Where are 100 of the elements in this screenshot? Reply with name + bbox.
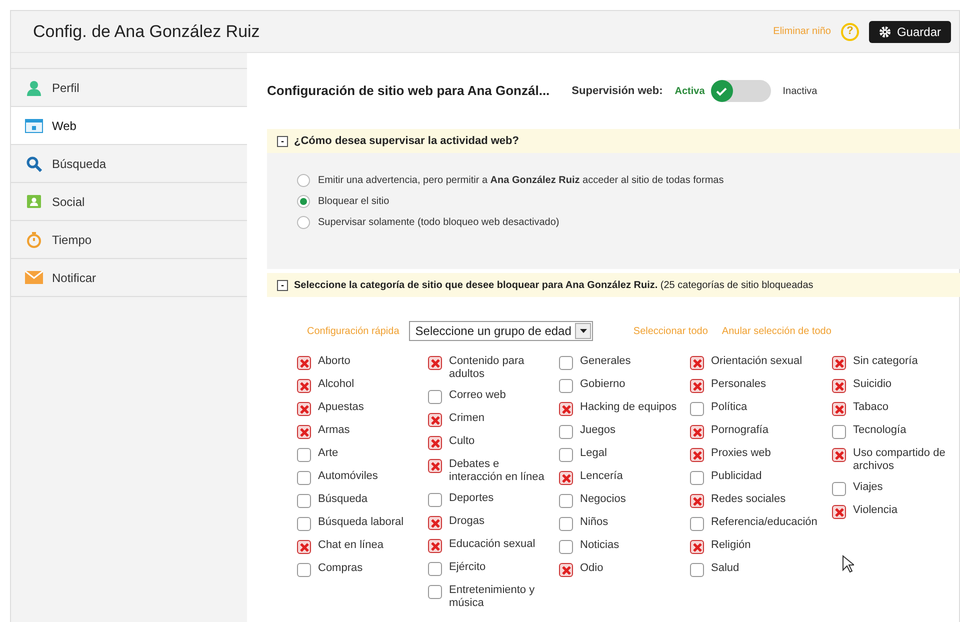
- collapse-button[interactable]: -: [277, 136, 288, 146]
- category-checkbox[interactable]: [559, 494, 573, 508]
- cross-icon: [300, 382, 308, 390]
- age-group-select[interactable]: Seleccione un grupo de edad: [409, 321, 594, 341]
- supervision-slider[interactable]: [710, 80, 771, 102]
- category-checkbox[interactable]: [297, 402, 311, 416]
- category-checkbox[interactable]: [428, 493, 442, 507]
- category-checkbox[interactable]: [690, 448, 704, 462]
- category-label: Juegos: [580, 424, 616, 437]
- page-heading: Configuración de sitio web para Ana Gonzál...: [267, 82, 550, 100]
- cross-icon: [692, 496, 702, 506]
- category-checkbox[interactable]: [297, 379, 311, 393]
- category-label: Apuestas: [318, 401, 364, 414]
- cross-icon: [562, 474, 570, 482]
- category-checkbox[interactable]: [428, 516, 442, 530]
- category-checkbox[interactable]: [428, 459, 442, 473]
- option-label: Emitir una advertencia, pero permitir a Ana González Ruiz acceder al sitio de todas formas: [318, 174, 724, 188]
- category-checkbox[interactable]: [559, 379, 573, 393]
- cross-icon: [562, 404, 570, 414]
- category-checkbox[interactable]: [428, 356, 442, 370]
- person-icon: [26, 80, 42, 96]
- category-label: Chat en línea: [318, 539, 384, 552]
- category-checkbox[interactable]: [428, 436, 442, 450]
- category-checkbox[interactable]: [297, 425, 311, 439]
- sidebar-item[interactable]: Web: [11, 107, 247, 145]
- category-checkbox[interactable]: [297, 471, 311, 485]
- category-checkbox[interactable]: [690, 471, 704, 485]
- option-label: Supervisar solamente (todo bloqueo web desactivado): [318, 216, 560, 230]
- cross-icon: [692, 358, 702, 368]
- window-title: Config. de Ana González Ruiz: [33, 20, 260, 43]
- cross-icon: [562, 566, 570, 574]
- category-label: Educación sexual: [449, 538, 536, 551]
- category-label: Debates e interacción en línea: [449, 458, 546, 484]
- cross-icon: [300, 358, 308, 368]
- radio-button[interactable]: [297, 195, 310, 208]
- category-checkbox[interactable]: [690, 425, 704, 439]
- category-label: Contenido para adultos: [449, 355, 526, 381]
- category-checkbox[interactable]: [559, 517, 573, 531]
- category-label: Búsqueda: [318, 493, 368, 506]
- category-label: Niños: [580, 516, 608, 529]
- category-checkbox[interactable]: [297, 448, 311, 462]
- category-checkbox[interactable]: [832, 402, 846, 416]
- category-label: Tecnología: [853, 424, 906, 437]
- save-button[interactable]: Guardar: [868, 20, 951, 42]
- category-checkbox[interactable]: [832, 448, 846, 462]
- category-checkbox[interactable]: [297, 563, 311, 577]
- cross-icon: [692, 542, 702, 552]
- category-checkbox[interactable]: [832, 505, 846, 519]
- category-checkbox[interactable]: [690, 356, 704, 370]
- cross-icon: [300, 428, 308, 436]
- cross-icon: [430, 542, 440, 550]
- cross-icon: [430, 416, 440, 424]
- category-checkbox[interactable]: [559, 471, 573, 485]
- category-checkbox[interactable]: [297, 517, 311, 531]
- category-checkbox[interactable]: [428, 413, 442, 427]
- category-checkbox[interactable]: [559, 563, 573, 577]
- category-label: Armas: [318, 424, 350, 437]
- category-checkbox[interactable]: [297, 356, 311, 370]
- category-checkbox[interactable]: [297, 494, 311, 508]
- category-checkbox[interactable]: [559, 540, 573, 554]
- category-label: Publicidad: [711, 470, 762, 483]
- category-label: Orientación sexual: [711, 355, 802, 368]
- category-checkbox[interactable]: [297, 540, 311, 554]
- category-checkbox[interactable]: [690, 517, 704, 531]
- category-checkbox[interactable]: [428, 585, 442, 599]
- category-checkbox[interactable]: [428, 562, 442, 576]
- category-checkbox[interactable]: [559, 402, 573, 416]
- category-checkbox[interactable]: [559, 448, 573, 462]
- category-checkbox[interactable]: [428, 390, 442, 404]
- supervision-label: Supervisión web:: [572, 84, 663, 99]
- category-label: Culto: [449, 435, 475, 448]
- category-checkbox[interactable]: [832, 379, 846, 393]
- search-icon: [26, 156, 42, 172]
- category-checkbox[interactable]: [690, 402, 704, 416]
- category-label: Generales: [580, 355, 631, 368]
- category-checkbox[interactable]: [832, 482, 846, 496]
- category-checkbox[interactable]: [428, 539, 442, 553]
- category-checkbox[interactable]: [690, 540, 704, 554]
- category-checkbox[interactable]: [690, 563, 704, 577]
- radio-button[interactable]: [297, 216, 310, 229]
- collapse-button[interactable]: -: [277, 280, 288, 290]
- category-label: Compras: [318, 562, 363, 575]
- category-label: Correo web: [449, 389, 506, 402]
- category-checkbox[interactable]: [832, 356, 846, 370]
- cross-icon: [692, 450, 702, 460]
- option-label: Bloquear el sitio: [318, 195, 390, 209]
- category-checkbox[interactable]: [832, 425, 846, 439]
- mode-option[interactable]: Inactiva: [782, 84, 818, 98]
- category-checkbox[interactable]: [559, 425, 573, 439]
- cross-icon: [692, 382, 702, 390]
- category-label: Negocios: [580, 493, 626, 506]
- category-checkbox[interactable]: [690, 379, 704, 393]
- category-label: Religión: [711, 539, 751, 552]
- category-checkbox[interactable]: [690, 494, 704, 508]
- radio-button[interactable]: [297, 174, 310, 187]
- category-label: Salud: [711, 562, 740, 575]
- category-label: Política: [711, 401, 748, 414]
- mode-option[interactable]: Activa: [674, 84, 705, 98]
- category-label: Aborto: [318, 355, 350, 368]
- category-checkbox[interactable]: [559, 356, 573, 370]
